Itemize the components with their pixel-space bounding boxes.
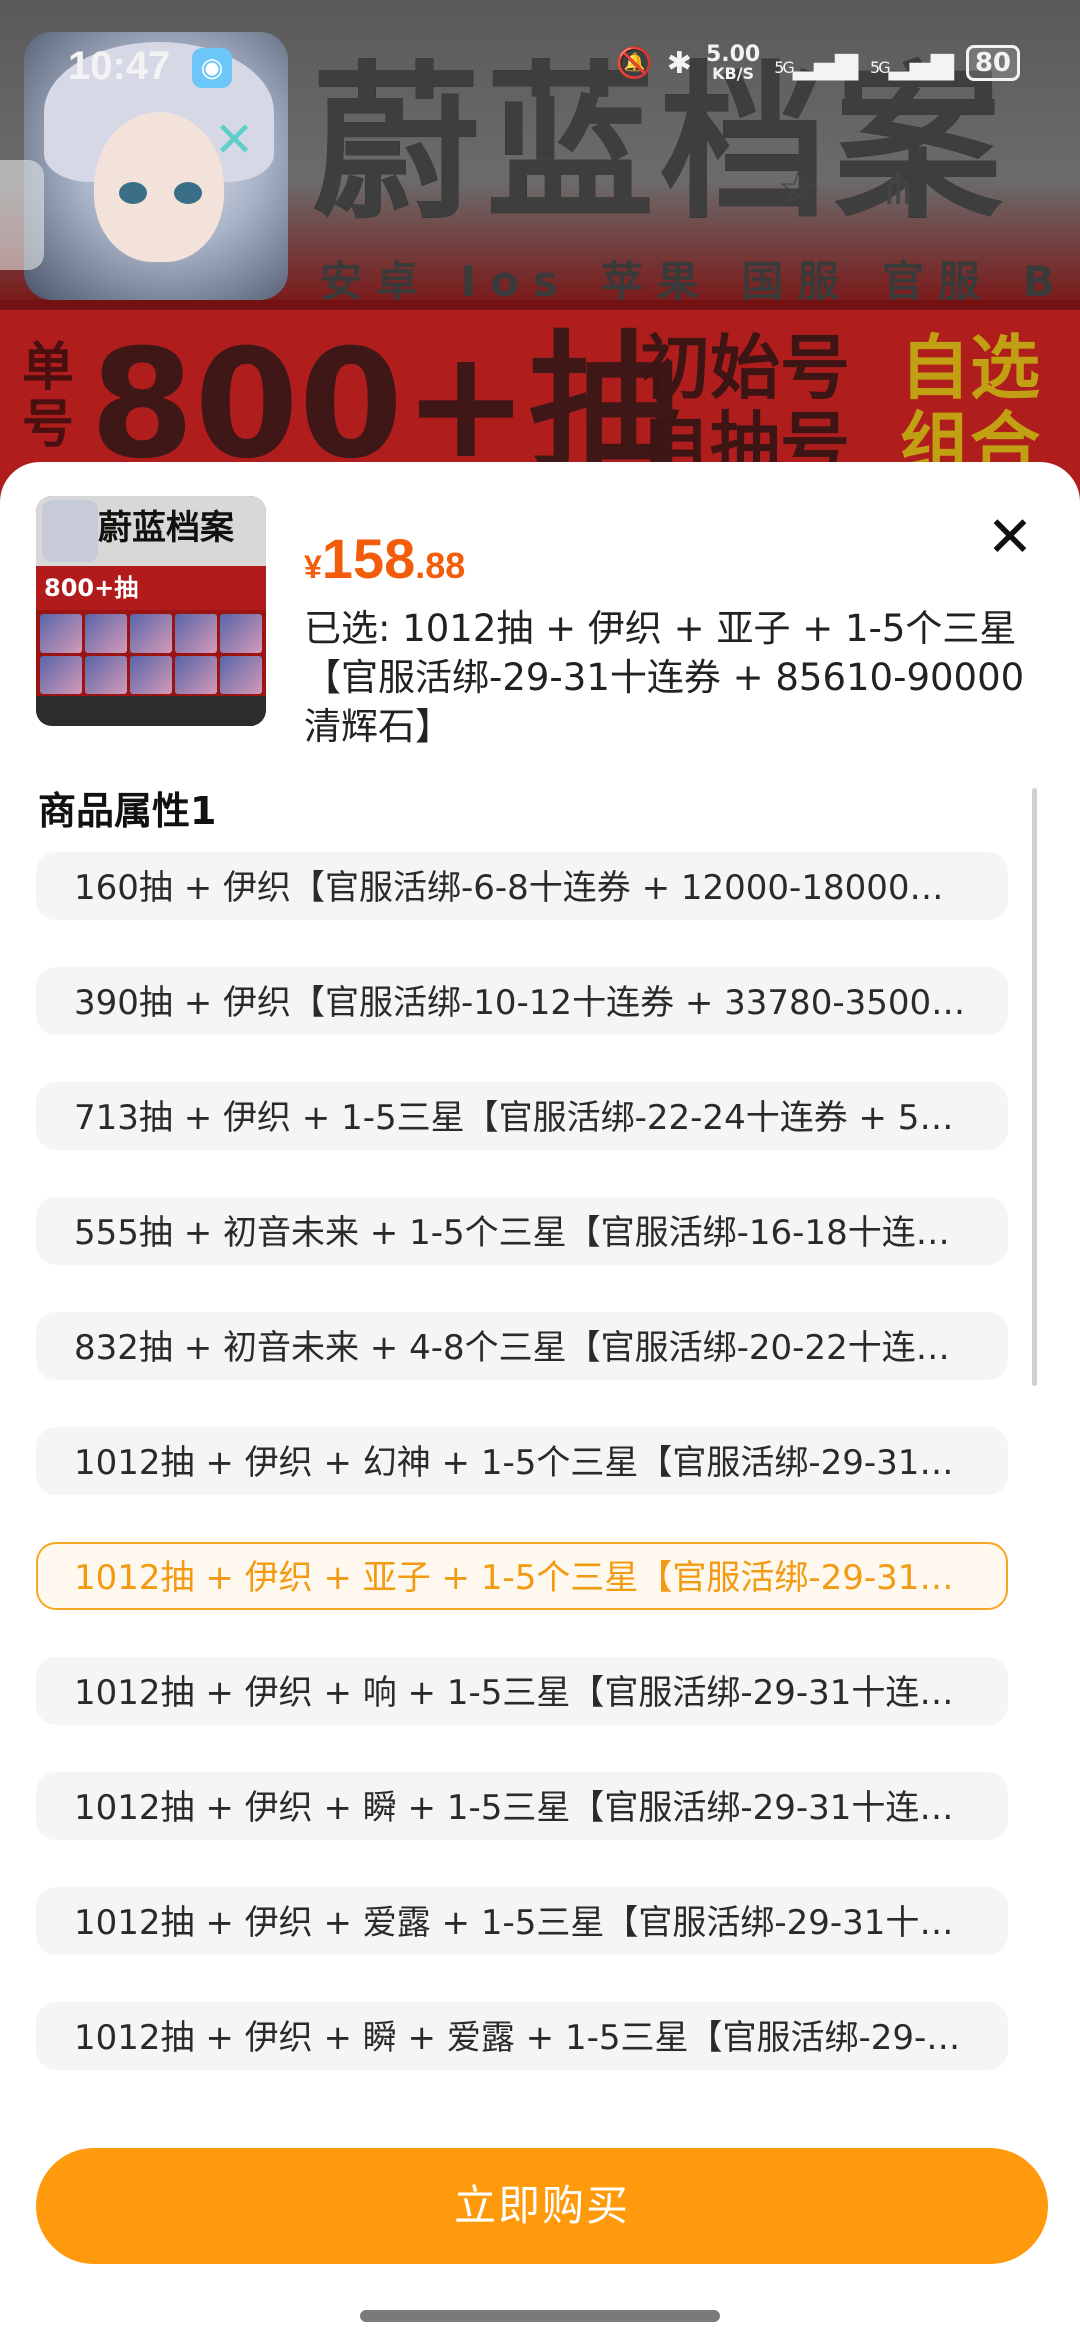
price-decimal: .88 [415,545,466,586]
option-list: 160抽 + 伊织【官服活绑-6-8十连券 + 12000-18000清辉… 3… [36,852,1008,2117]
bluetooth-icon: ✱ [666,45,692,81]
signal-type: 5G [870,57,891,77]
status-icons: 🔕 ✱ 5.00 KB/S 5G▂▄▆ 5G▂▄▆ 80 [615,44,1020,82]
side-drawer-handle[interactable] [0,160,44,270]
buy-now-button[interactable]: 立即购买 [36,2148,1048,2264]
clock: 10:47 [68,44,171,88]
thumbnail-title: 蔚蓝档案 [98,508,234,548]
banner-side-highlight: 自选 组合 [900,327,1040,486]
option-item[interactable]: 390抽 + 伊织【官服活绑-10-12十连券 + 33780-35000清… [36,967,1008,1035]
thumbnail-footer [36,696,266,726]
option-item[interactable]: 1012抽 + 伊织 + 爱露 + 1-5三星【官服活绑-29-31十连券 + … [36,1887,1008,1955]
signal-icon: 5G▂▄▆ [774,45,858,81]
signal-type: 5G [774,57,795,77]
selected-summary: 已选: 1012抽 + 伊织 + 亚子 + 1-5个三星【官服活绑-29-31十… [304,607,1025,748]
character-face [94,112,224,262]
close-icon[interactable]: ✕ [982,510,1038,566]
character-eye [119,182,147,204]
thumbnail-character [42,500,98,562]
sku-selector-sheet: 蔚蓝档案 800+抽 ¥158.88 ✕ 已选: 1012抽 + 伊织 + 亚子… [0,462,1080,2344]
banner-draws: 800+抽 [90,318,679,492]
battery-icon: 80 [965,45,1020,81]
network-speed-unit: KB/S [712,64,755,83]
option-item[interactable]: 160抽 + 伊织【官服活绑-6-8十连券 + 12000-18000清辉… [36,852,1008,920]
status-bar: 10:47 ◉ 🔕 ✱ 5.00 KB/S 5G▂▄▆ 5G▂▄▆ 80 [0,0,1080,130]
share-icon[interactable]: ⋔ [870,160,926,216]
option-item[interactable]: 1012抽 + 伊织 + 瞬 + 爱露 + 1-5三星【官服活绑-29-31十连… [36,2002,1008,2070]
option-item[interactable]: 1012抽 + 伊织 + 响 + 1-5三星【官服活绑-29-31十连券 + 8… [36,1657,1008,1725]
character-eye [174,182,202,204]
product-thumbnail[interactable]: 蔚蓝档案 800+抽 [36,496,266,726]
banner-dan: 单号 [22,338,75,456]
star-folder-icon[interactable]: ☆ [770,160,826,216]
options-scrollbar[interactable] [1032,788,1037,1386]
signal-icon: 5G▂▄▆ [870,45,954,81]
banner-side-text: 初始号 自抽号 [640,327,850,486]
option-item[interactable]: 832抽 + 初音未来 + 4-8个三星【官服活绑-20-22十连券 + … [36,1312,1008,1380]
price: ¥158.88 [304,526,465,591]
option-item[interactable]: 1012抽 + 伊织 + 幻神 + 1-5个三星【官服活绑-29-31十连券… [36,1427,1008,1495]
network-speed: 5.00 KB/S [706,44,760,82]
bell-off-icon: 🔕 [615,45,653,81]
price-main: 158 [321,527,416,590]
option-item[interactable]: 1012抽 + 伊织 + 瞬 + 1-5三星【官服活绑-29-31十连券 + 8… [36,1772,1008,1840]
home-indicator[interactable] [360,2310,720,2322]
option-item-selected[interactable]: 1012抽 + 伊织 + 亚子 + 1-5个三星【官服活绑-29-31十连券… [36,1542,1008,1610]
thumbnail-draws: 800+抽 [36,566,266,610]
app-notification-icon: ◉ [192,48,232,88]
option-item[interactable]: 555抽 + 初音未来 + 1-5个三星【官服活绑-16-18十连券 + 4… [36,1197,1008,1265]
thumbnail-character-grid [40,614,262,694]
price-currency: ¥ [304,549,322,585]
option-item[interactable]: 713抽 + 伊织 + 1-5三星【官服活绑-22-24十连券 + 58080-… [36,1082,1008,1150]
attribute-section-title: 商品属性1 [38,789,217,833]
